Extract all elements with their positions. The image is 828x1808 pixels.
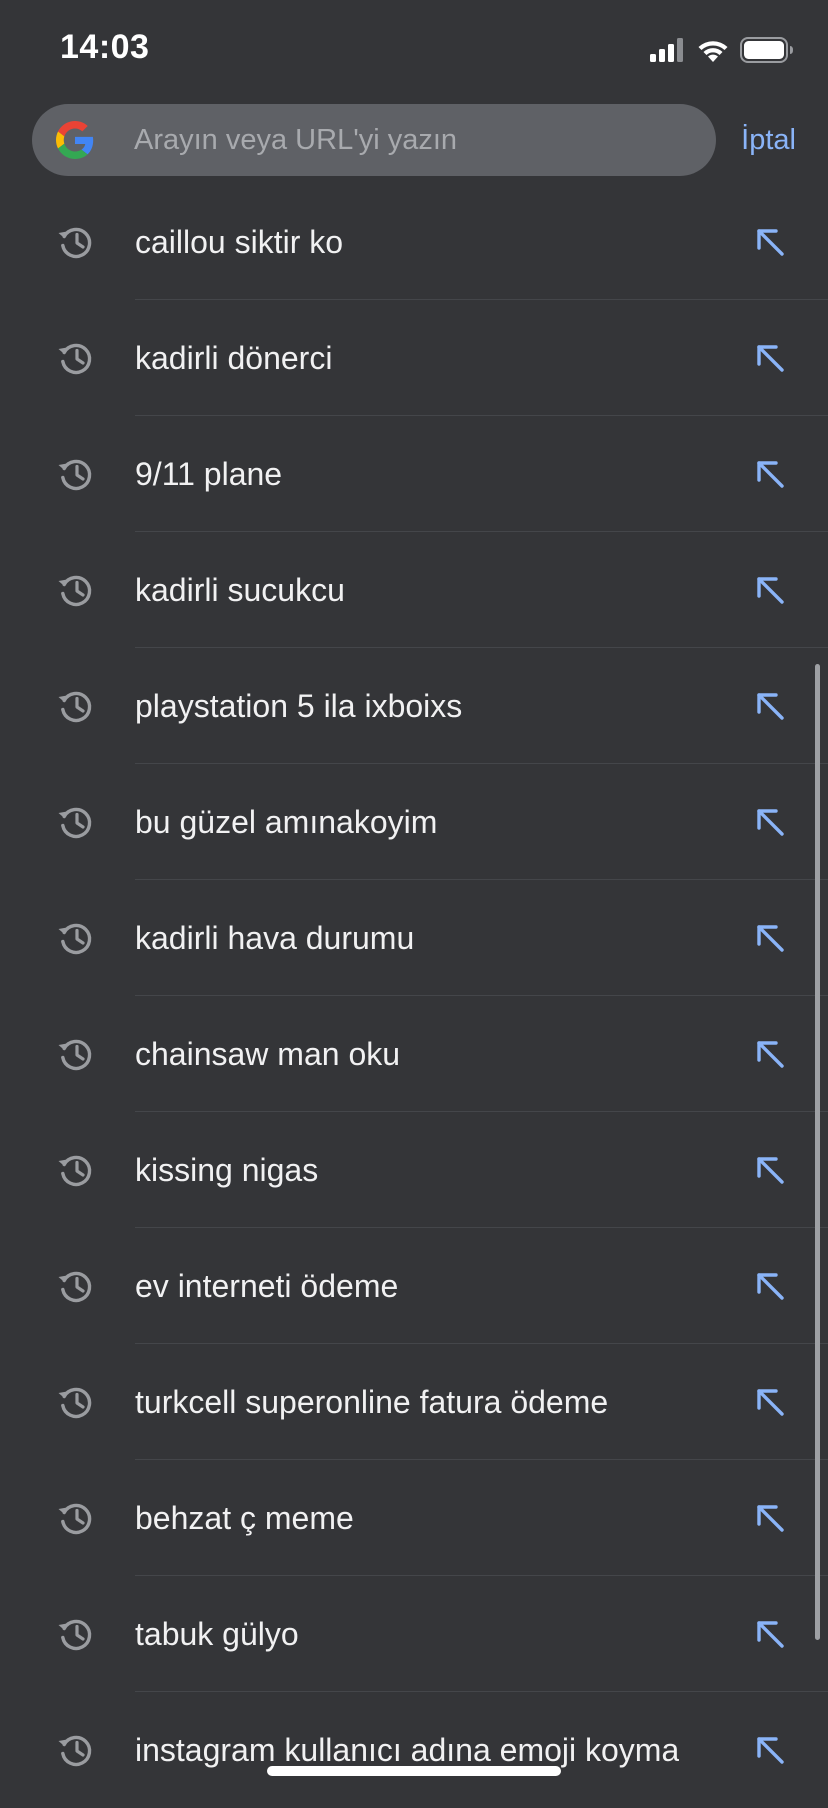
history-clock-icon [58,691,92,723]
history-item-label: tabuk gülyo [135,1616,299,1652]
history-clock-icon [58,227,92,259]
history-clock-icon [58,923,92,955]
signal-icon [650,38,683,62]
arrow-up-left-icon [757,229,784,256]
status-icons [650,36,794,64]
arrow-up-left-icon [757,809,784,836]
fill-query-button[interactable] [746,1262,794,1310]
fill-query-button[interactable] [746,914,794,962]
battery-icon [740,37,793,63]
arrow-up-left-icon [757,1505,784,1532]
fill-query-button[interactable] [746,1378,794,1426]
history-clock-icon [58,807,92,839]
arrow-up-left-icon [757,1621,784,1648]
history-item[interactable]: kadirli dönerci [0,300,828,416]
history-item[interactable]: turkcell superonline fatura ödeme [0,1344,828,1460]
history-item[interactable]: kadirli hava durumu [0,880,828,996]
history-item-label: instagram kullanıcı adına emoji koyma [135,1732,680,1768]
history-item[interactable]: kadirli sucukcu [0,532,828,648]
arrow-up-left-icon [757,345,784,372]
history-item[interactable]: kissing nigas [0,1112,828,1228]
fill-query-button[interactable] [746,1494,794,1542]
history-item[interactable]: tabuk gülyo [0,1576,828,1692]
fill-query-button[interactable] [746,798,794,846]
history-clock-icon [58,1271,92,1303]
arrow-up-left-icon [757,925,784,952]
arrow-up-left-icon [757,461,784,488]
history-clock-icon [58,1619,92,1651]
status-time: 14:03 [60,28,150,66]
history-item[interactable]: chainsaw man oku [0,996,828,1112]
arrow-up-left-icon [757,577,784,604]
history-item[interactable]: ev interneti ödeme [0,1228,828,1344]
history-item-label: 9/11 plane [135,456,283,492]
history-item[interactable]: behzat ç meme [0,1460,828,1576]
history-item-label: bu güzel amınakoyim [135,804,438,840]
history-clock-icon [58,1039,92,1071]
history-clock-icon [58,1735,92,1767]
arrow-up-left-icon [757,1041,784,1068]
history-item-label: behzat ç meme [135,1500,354,1536]
history-item-label: kadirli dönerci [135,340,333,376]
history-clock-icon [58,1503,92,1535]
fill-query-button[interactable] [746,1146,794,1194]
fill-query-button[interactable] [746,1726,794,1774]
history-item[interactable]: instagram kullanıcı adına emoji koyma [0,1692,828,1808]
wifi-icon [698,41,728,62]
search-row: İptal [32,104,796,176]
arrow-up-left-icon [757,1273,784,1300]
fill-query-button[interactable] [746,334,794,382]
fill-query-button[interactable] [746,450,794,498]
arrow-up-left-icon [757,1389,784,1416]
history-clock-icon [58,1155,92,1187]
history-clock-icon [58,1387,92,1419]
arrow-up-left-icon [757,1157,784,1184]
cancel-button[interactable]: İptal [741,104,796,176]
fill-query-button[interactable] [746,682,794,730]
google-g-logo [56,121,94,159]
fill-query-button[interactable] [746,1030,794,1078]
history-item-label: turkcell superonline fatura ödeme [135,1384,609,1420]
history-item[interactable]: playstation 5 ila ixboixs [0,648,828,764]
search-history-list: caillou siktir ko kadirli dönerci 9/11 p… [0,184,828,1808]
fill-query-button[interactable] [746,1610,794,1658]
history-item-label: caillou siktir ko [135,224,344,260]
search-input[interactable] [134,104,694,176]
history-item-label: chainsaw man oku [135,1036,401,1072]
arrow-up-left-icon [757,1737,784,1764]
scrollbar[interactable] [815,664,820,1640]
status-bar: 14:03 [0,0,828,100]
history-item[interactable]: caillou siktir ko [0,184,828,300]
history-item[interactable]: 9/11 plane [0,416,828,532]
history-clock-icon [58,343,92,375]
history-clock-icon [58,575,92,607]
home-indicator[interactable] [267,1766,561,1776]
history-item-label: kadirli sucukcu [135,572,345,608]
history-item[interactable]: bu güzel amınakoyim [0,764,828,880]
history-clock-icon [58,459,92,491]
fill-query-button[interactable] [746,218,794,266]
history-item-label: kissing nigas [135,1152,319,1188]
search-box[interactable] [32,104,716,176]
fill-query-button[interactable] [746,566,794,614]
arrow-up-left-icon [757,693,784,720]
history-item-label: playstation 5 ila ixboixs [135,688,463,724]
history-item-label: ev interneti ödeme [135,1268,399,1304]
history-item-label: kadirli hava durumu [135,920,415,956]
